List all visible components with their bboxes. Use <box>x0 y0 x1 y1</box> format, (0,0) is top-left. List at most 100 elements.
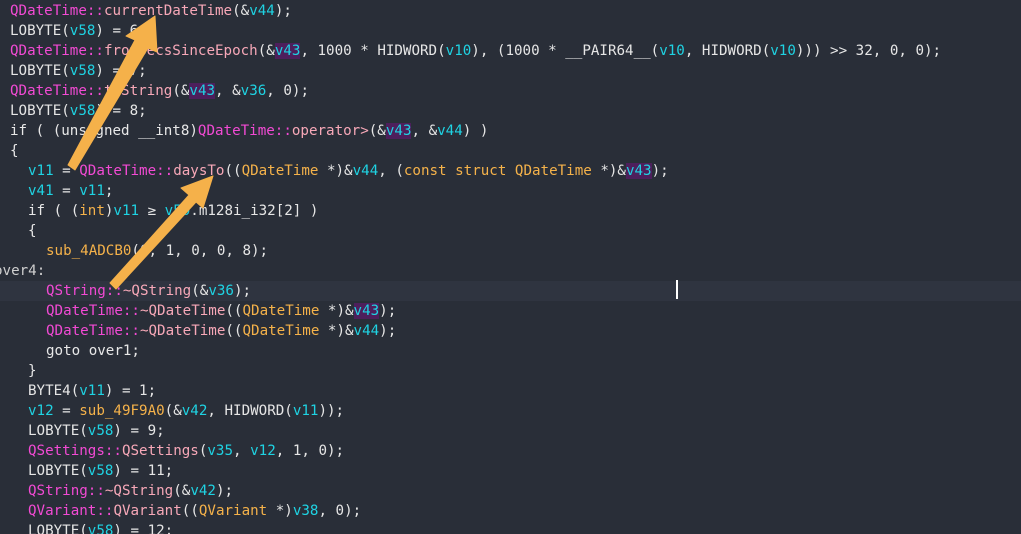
code-token: .m128i_i32[2] ) <box>190 203 319 219</box>
code-token: } <box>28 363 37 379</box>
code-token: :: <box>122 303 140 319</box>
code-line-text: LOBYTE(v58) = 8; <box>10 101 147 121</box>
code-token: v44 <box>249 3 275 19</box>
code-token: ); <box>379 323 397 339</box>
code-token: *)& <box>319 303 354 319</box>
code-line-text: QDateTime::toString(&v43, &v36, 0); <box>10 81 309 101</box>
code-token: v42 <box>190 483 216 499</box>
code-token: (0, 1, 0, 0, 8); <box>131 243 269 259</box>
code-token: (& <box>164 403 182 419</box>
code-token: ( <box>79 463 88 479</box>
code-token: v58 <box>87 423 114 439</box>
code-token: ; <box>138 23 147 39</box>
code-editor[interactable]: QDateTime::currentDateTime(&v44); LOBYTE(… <box>0 0 1021 534</box>
code-token: ) = 1; <box>104 383 157 399</box>
code-token: { <box>10 143 19 159</box>
code-token: ))) >> 32, 0, 0); <box>795 43 942 59</box>
code-token: v10 <box>659 43 685 59</box>
code-token: ) = 6 <box>95 23 139 39</box>
code-token: v58 <box>69 63 96 79</box>
code-token: if ( (unsigned __int8) <box>10 123 198 139</box>
code-token: ); <box>274 3 292 19</box>
code-token: ); <box>651 163 669 179</box>
code-line-text: LOBYTE(v58) = 6; <box>10 21 147 41</box>
code-token: ) ) <box>462 123 489 139</box>
code-line-text: QDateTime::currentDateTime(&v44); <box>10 1 292 21</box>
code-token: const struct <box>403 163 515 179</box>
code-token: :: <box>86 83 104 99</box>
code-token: ; <box>138 63 147 79</box>
code-token: QString <box>28 483 88 499</box>
code-token: ( <box>61 63 70 79</box>
code-token: :: <box>104 443 122 459</box>
text-caret <box>676 280 678 299</box>
code-token: (& <box>173 483 191 499</box>
code-line-text: QDateTime::~QDateTime((QDateTime *)&v43)… <box>46 301 396 321</box>
code-token: , ( <box>378 163 404 179</box>
code-token: goto over1; <box>46 343 140 359</box>
code-token: v43 <box>625 163 652 179</box>
code-token: (& <box>257 43 275 59</box>
code-token: (& <box>172 83 190 99</box>
code-token: v50 <box>164 203 191 219</box>
code-token: v44 <box>437 123 463 139</box>
code-token: LOBYTE <box>28 463 80 479</box>
code-token: v43 <box>385 123 412 139</box>
code-token: v44 <box>352 163 379 179</box>
code-token: sub_49F9A0 <box>79 403 165 419</box>
code-token: (( <box>224 163 242 179</box>
code-line-text: LOBYTE(v58) = 7; <box>10 61 147 81</box>
code-line-text: sub_4ADCB0(0, 1, 0, 0, 8); <box>46 241 268 261</box>
code-token: QString <box>46 283 106 299</box>
code-token: QDateTime <box>10 83 87 99</box>
code-line-text: v12 = sub_49F9A0(&v42, HIDWORD(v11)); <box>28 401 344 421</box>
code-token: = <box>53 183 80 199</box>
code-token: LOBYTE <box>28 523 80 534</box>
code-token: , 1, 0); <box>275 443 345 459</box>
code-token: ( <box>79 523 88 534</box>
code-line-text: QDateTime::~QDateTime((QDateTime *)&v44)… <box>46 321 396 341</box>
code-token: ); <box>233 283 252 299</box>
code-line-text: LOBYTE(v58) = 12; <box>28 521 173 534</box>
code-token: :: <box>86 3 104 19</box>
code-token: QVariant <box>28 503 97 519</box>
code-line-text: if ( (unsigned __int8)QDateTime::operato… <box>10 121 488 141</box>
code-token: QDateTime <box>10 43 87 59</box>
code-token: v12 <box>28 403 54 419</box>
code-token: int <box>79 203 105 219</box>
code-token: (( <box>225 303 243 319</box>
code-token: QSettings <box>28 443 105 459</box>
code-token: :: <box>96 503 114 519</box>
code-token: HIDWORD <box>701 43 762 59</box>
code-token: QVariant <box>198 503 268 519</box>
code-token: ( <box>761 43 771 59</box>
code-token: , <box>233 443 251 459</box>
code-line[interactable]: QString::~QString(&v36); <box>0 281 1021 301</box>
code-token: v36 <box>240 83 267 99</box>
code-token: QDateTime <box>10 3 87 19</box>
code-token: = <box>53 403 80 419</box>
code-token: ; <box>104 183 114 199</box>
code-token: over4: <box>0 263 46 279</box>
code-line-text: over4: <box>0 261 45 281</box>
code-token: LOBYTE <box>10 23 62 39</box>
code-token: (( <box>181 503 199 519</box>
code-line-text: } <box>28 361 37 381</box>
code-token: v42 <box>181 403 208 419</box>
code-token: ~QString <box>104 483 174 499</box>
code-token: (( <box>225 323 243 339</box>
code-token: LOBYTE <box>28 423 80 439</box>
code-token: QDateTime <box>197 123 275 139</box>
code-token: QDateTime <box>241 163 319 179</box>
code-token: LOBYTE <box>10 63 62 79</box>
code-token: HIDWORD <box>224 403 285 419</box>
code-token: ) = 12; <box>113 523 174 534</box>
code-token: QDateTime <box>242 323 320 339</box>
code-token: QDateTime <box>46 323 123 339</box>
code-token: toString <box>103 83 173 99</box>
code-token: ); <box>379 303 397 319</box>
code-token: , & <box>215 83 241 99</box>
code-line-text: v41 = v11; <box>28 181 113 201</box>
code-token: v41 <box>28 183 54 199</box>
code-token: QDateTime <box>79 163 157 179</box>
